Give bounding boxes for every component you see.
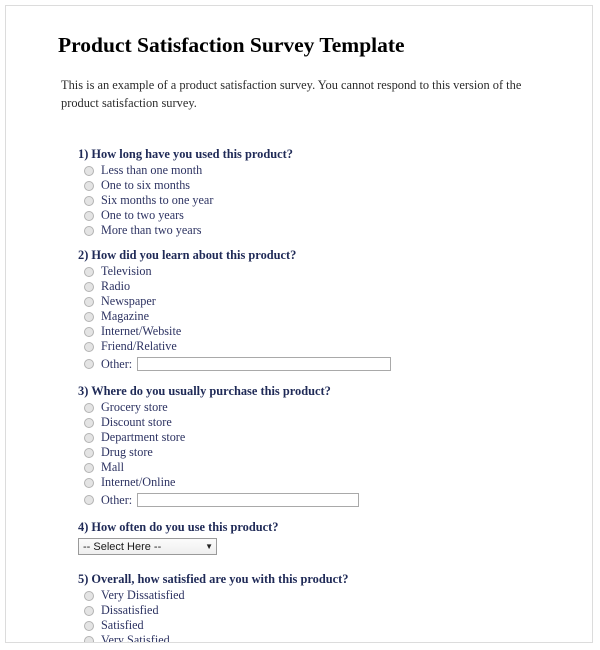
option-label: Department store: [101, 430, 186, 444]
option-label: One to two years: [101, 208, 184, 222]
radio-button-icon[interactable]: [84, 225, 94, 236]
option-label: Satisfied: [101, 618, 144, 632]
radio-button-icon[interactable]: [84, 402, 94, 413]
radio-button-icon[interactable]: [84, 605, 94, 616]
option-label: One to six months: [101, 178, 191, 192]
radio-button-icon[interactable]: [84, 341, 94, 352]
option-row[interactable]: Dissatisfied: [78, 603, 538, 618]
option-row[interactable]: Grocery store: [78, 400, 538, 415]
option-row[interactable]: Mall: [78, 460, 538, 475]
question-title-4: 4) How often do you use this product?: [78, 520, 279, 534]
option-label: Six months to one year: [101, 193, 214, 207]
option-label: Grocery store: [101, 400, 168, 414]
option-row[interactable]: More than two years: [78, 223, 538, 238]
question-block-1: 1) How long have you used this product? …: [78, 146, 538, 238]
radio-button-icon[interactable]: [84, 165, 94, 176]
option-row[interactable]: Discount store: [78, 415, 538, 430]
option-row[interactable]: Newspaper: [78, 294, 538, 309]
option-label: Television: [101, 264, 152, 278]
page-title: Product Satisfaction Survey Template: [58, 33, 405, 57]
option-row[interactable]: One to six months: [78, 178, 538, 193]
option-row[interactable]: Six months to one year: [78, 193, 538, 208]
radio-button-icon[interactable]: [84, 180, 94, 191]
radio-button-icon[interactable]: [84, 495, 94, 505]
radio-button-icon[interactable]: [84, 195, 94, 206]
radio-button-icon[interactable]: [84, 417, 94, 428]
option-label: Mall: [101, 460, 125, 474]
option-row[interactable]: Very Satisfied: [78, 633, 538, 643]
option-label: Very Dissatisfied: [101, 588, 185, 602]
option-label: Friend/Relative: [101, 339, 177, 353]
radio-button-icon[interactable]: [84, 590, 94, 601]
survey-form: 1) How long have you used this product? …: [78, 146, 538, 643]
option-row[interactable]: Magazine: [78, 309, 538, 324]
option-label: Dissatisfied: [101, 603, 159, 617]
question-block-4: 4) How often do you use this product? --…: [78, 519, 538, 562]
option-label: Drug store: [101, 445, 153, 459]
radio-button-icon[interactable]: [84, 462, 94, 473]
option-row[interactable]: Friend/Relative: [78, 339, 538, 354]
option-label: Newspaper: [101, 294, 156, 308]
option-label: Radio: [101, 279, 131, 293]
radio-button-icon[interactable]: [84, 311, 94, 322]
radio-button-icon[interactable]: [84, 635, 94, 642]
option-row[interactable]: Internet/Online: [78, 475, 538, 490]
radio-button-icon[interactable]: [84, 210, 94, 221]
radio-button-icon[interactable]: [84, 326, 94, 337]
option-label: Magazine: [101, 309, 150, 323]
other-text-input[interactable]: [137, 357, 392, 371]
document-page: Product Satisfaction Survey Template Thi…: [5, 5, 593, 643]
option-row[interactable]: Radio: [78, 279, 538, 294]
radio-button-icon[interactable]: [84, 477, 94, 488]
radio-button-icon[interactable]: [84, 620, 94, 631]
intro-paragraph: This is an example of a product satisfac…: [61, 78, 522, 110]
question-title-3: 3) Where do you usually purchase this pr…: [78, 384, 331, 398]
other-text-input[interactable]: [137, 493, 360, 507]
option-label: More than two years: [101, 223, 202, 237]
option-label: Discount store: [101, 415, 172, 429]
radio-button-icon[interactable]: [84, 266, 94, 277]
option-row[interactable]: Drug store: [78, 445, 538, 460]
option-label: Less than one month: [101, 163, 203, 177]
radio-button-icon[interactable]: [84, 359, 94, 369]
option-row-other[interactable]: Other:: [78, 490, 538, 510]
frequency-select[interactable]: -- Select Here -- ▼: [78, 538, 217, 555]
option-label-other: Other:: [101, 356, 133, 371]
option-row[interactable]: Very Dissatisfied: [78, 588, 538, 603]
option-label-other: Other:: [101, 492, 133, 507]
option-label: Very Satisfied: [101, 633, 170, 643]
chevron-down-icon: ▼: [205, 541, 213, 551]
radio-button-icon[interactable]: [84, 447, 94, 458]
question-title-1: 1) How long have you used this product?: [78, 147, 293, 161]
option-row[interactable]: Internet/Website: [78, 324, 538, 339]
option-row[interactable]: Department store: [78, 430, 538, 445]
radio-button-icon[interactable]: [84, 296, 94, 307]
question-title-5: 5) Overall, how satisfied are you with t…: [78, 572, 349, 586]
frequency-select-value: -- Select Here --: [83, 540, 162, 553]
question-block-5: 5) Overall, how satisfied are you with t…: [78, 571, 538, 643]
option-row-other[interactable]: Other:: [78, 354, 538, 374]
question-block-2: 2) How did you learn about this product?…: [78, 247, 538, 374]
option-row[interactable]: One to two years: [78, 208, 538, 223]
option-label: Internet/Online: [101, 475, 176, 489]
question-block-3: 3) Where do you usually purchase this pr…: [78, 383, 538, 510]
radio-button-icon[interactable]: [84, 432, 94, 443]
option-row[interactable]: Television: [78, 264, 538, 279]
question-title-2: 2) How did you learn about this product?: [78, 248, 297, 262]
option-label: Internet/Website: [101, 324, 182, 338]
option-row[interactable]: Less than one month: [78, 163, 538, 178]
option-row[interactable]: Satisfied: [78, 618, 538, 633]
radio-button-icon[interactable]: [84, 281, 94, 292]
